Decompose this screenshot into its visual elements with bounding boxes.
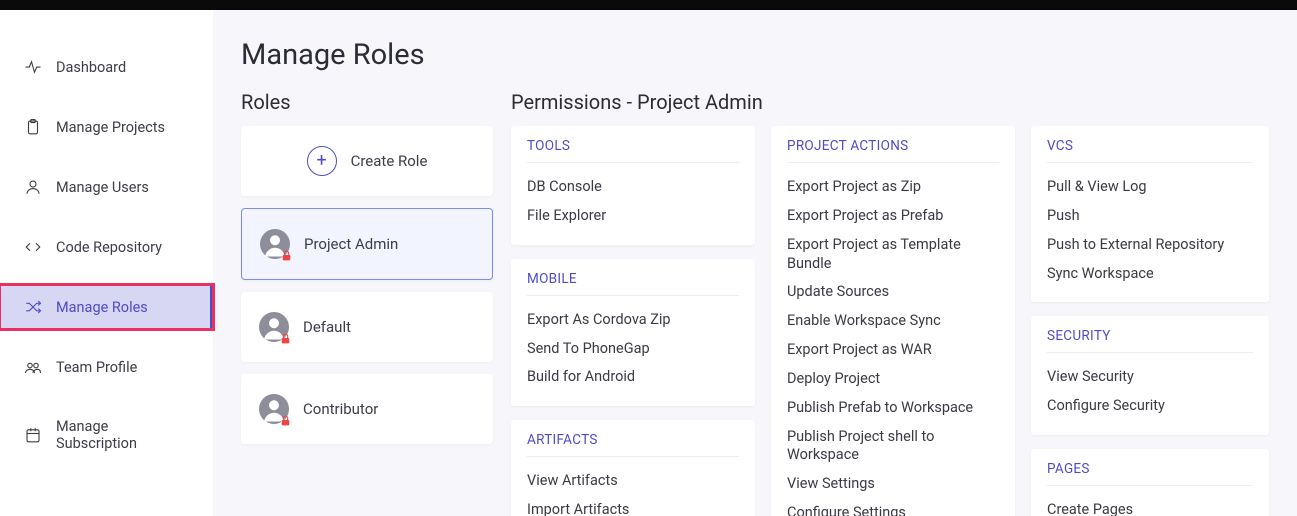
permission-item[interactable]: Configure Settings [787, 499, 999, 516]
role-label: Project Admin [304, 235, 398, 253]
sidebar-item-team-profile[interactable]: Team Profile [0, 345, 213, 389]
permission-item[interactable]: Publish Project shell to Workspace [787, 423, 999, 471]
permission-group-title: MOBILE [527, 271, 739, 296]
permission-group-card: PAGESCreate PagesEdit Pages [1031, 449, 1269, 516]
sidebar-item-dashboard[interactable]: Dashboard [0, 45, 213, 89]
permission-group-title: SECURITY [1047, 328, 1253, 353]
permission-group-card: SECURITY View SecurityConfigure Security [1031, 316, 1269, 435]
user-icon [24, 178, 42, 196]
permission-group-title: ARTIFACTS [527, 432, 739, 457]
permission-group-card: MOBILE Export As Cordova ZipSend To Phone… [511, 259, 755, 407]
main: Manage Roles Roles + Create Role Project… [213, 10, 1297, 516]
role-label: Default [303, 318, 351, 336]
sidebar: Dashboard Manage Projects Manage Users C… [0, 10, 213, 516]
role-card-project-admin[interactable]: Project Admin [241, 208, 493, 280]
role-label: Contributor [303, 400, 378, 418]
role-avatar-icon [259, 312, 289, 342]
permission-item[interactable]: Enable Workspace Sync [787, 307, 999, 336]
columns: Roles + Create Role Project Admin [241, 90, 1297, 516]
permission-item[interactable]: Export Project as Zip [787, 173, 999, 202]
permission-item[interactable]: Export Project as Template Bundle [787, 231, 999, 279]
role-card-default[interactable]: Default [241, 292, 493, 362]
perm-subcol-2: PROJECT ACTIONSExport Project as ZipExpo… [771, 126, 1015, 516]
permission-item[interactable]: Configure Security [1047, 392, 1253, 421]
permission-sub-columns: TOOLS DB ConsoleFile Explorer MOBILE Export… [511, 126, 1297, 516]
permission-item[interactable]: Publish Prefab to Workspace [787, 394, 999, 423]
sidebar-item-label: Manage Roles [56, 299, 148, 316]
sidebar-item-manage-roles[interactable]: Manage Roles [0, 285, 213, 329]
calendar-icon [24, 426, 42, 444]
sidebar-item-label: Code Repository [56, 239, 162, 256]
role-avatar-icon [260, 229, 290, 259]
permissions-header: Permissions - Project Admin [511, 90, 1297, 114]
sidebar-item-label: Manage Projects [56, 119, 165, 136]
permission-group-card: PROJECT ACTIONSExport Project as ZipExpo… [771, 126, 1015, 516]
permission-item[interactable]: View Settings [787, 470, 999, 499]
team-icon [24, 358, 42, 376]
page-title: Manage Roles [241, 38, 1297, 72]
sidebar-item-label: Team Profile [56, 359, 137, 376]
permission-group-card: TOOLS DB ConsoleFile Explorer [511, 126, 755, 245]
lock-icon [279, 414, 292, 427]
permission-item[interactable]: File Explorer [527, 202, 739, 231]
permission-item[interactable]: Push to External Repository [1047, 231, 1253, 260]
permission-item[interactable]: Create Pages [1047, 496, 1253, 516]
layout: Dashboard Manage Projects Manage Users C… [0, 10, 1297, 516]
permission-item[interactable]: Pull & View Log [1047, 173, 1253, 202]
sidebar-item-label: Dashboard [56, 59, 126, 76]
create-role-button[interactable]: + Create Role [241, 126, 493, 196]
sidebar-item-manage-projects[interactable]: Manage Projects [0, 105, 213, 149]
permission-group-title: VCS [1047, 138, 1253, 163]
topbar [0, 0, 1297, 10]
permission-item[interactable]: Push [1047, 202, 1253, 231]
sidebar-item-label: Manage Subscription [56, 418, 189, 452]
activity-icon [24, 58, 42, 76]
shuffle-icon [24, 298, 42, 316]
permission-item[interactable]: Export As Cordova Zip [527, 306, 739, 335]
perm-subcol-3: VCS Pull & View LogPushPush to External R… [1031, 126, 1269, 516]
create-role-label: Create Role [351, 152, 428, 170]
perm-subcol-1: TOOLS DB ConsoleFile Explorer MOBILE Export… [511, 126, 755, 516]
permission-group-title: PAGES [1047, 461, 1253, 486]
plus-icon: + [307, 146, 337, 176]
roles-header: Roles [241, 90, 493, 114]
permission-item[interactable]: View Security [1047, 363, 1253, 392]
permission-group-title: TOOLS [527, 138, 739, 163]
permission-group-title: PROJECT ACTIONS [787, 138, 999, 163]
sidebar-item-code-repository[interactable]: Code Repository [0, 225, 213, 269]
role-avatar-icon [259, 394, 289, 424]
permissions-column: Permissions - Project Admin TOOLS DB Cons… [511, 90, 1297, 516]
permission-group-card: VCS Pull & View LogPushPush to External R… [1031, 126, 1269, 302]
permission-item[interactable]: Build for Android [527, 363, 739, 392]
permission-group-card: ARTIFACTS View ArtifactsImport Artifacts [511, 420, 755, 516]
clipboard-icon [24, 118, 42, 136]
permission-item[interactable]: Send To PhoneGap [527, 335, 739, 364]
permission-item[interactable]: Export Project as WAR [787, 336, 999, 365]
lock-icon [279, 332, 292, 345]
sidebar-item-manage-users[interactable]: Manage Users [0, 165, 213, 209]
permission-item[interactable]: DB Console [527, 173, 739, 202]
roles-column: Roles + Create Role Project Admin [241, 90, 493, 516]
sidebar-item-manage-subscription[interactable]: Manage Subscription [0, 405, 213, 465]
lock-icon [280, 249, 293, 262]
permission-item[interactable]: Import Artifacts [527, 496, 739, 516]
sidebar-item-label: Manage Users [56, 179, 149, 196]
permission-item[interactable]: Deploy Project [787, 365, 999, 394]
permission-item[interactable]: Sync Workspace [1047, 260, 1253, 289]
code-icon [24, 238, 42, 256]
permission-item[interactable]: Update Sources [787, 278, 999, 307]
permission-item[interactable]: View Artifacts [527, 467, 739, 496]
role-card-contributor[interactable]: Contributor [241, 374, 493, 444]
permission-item[interactable]: Export Project as Prefab [787, 202, 999, 231]
